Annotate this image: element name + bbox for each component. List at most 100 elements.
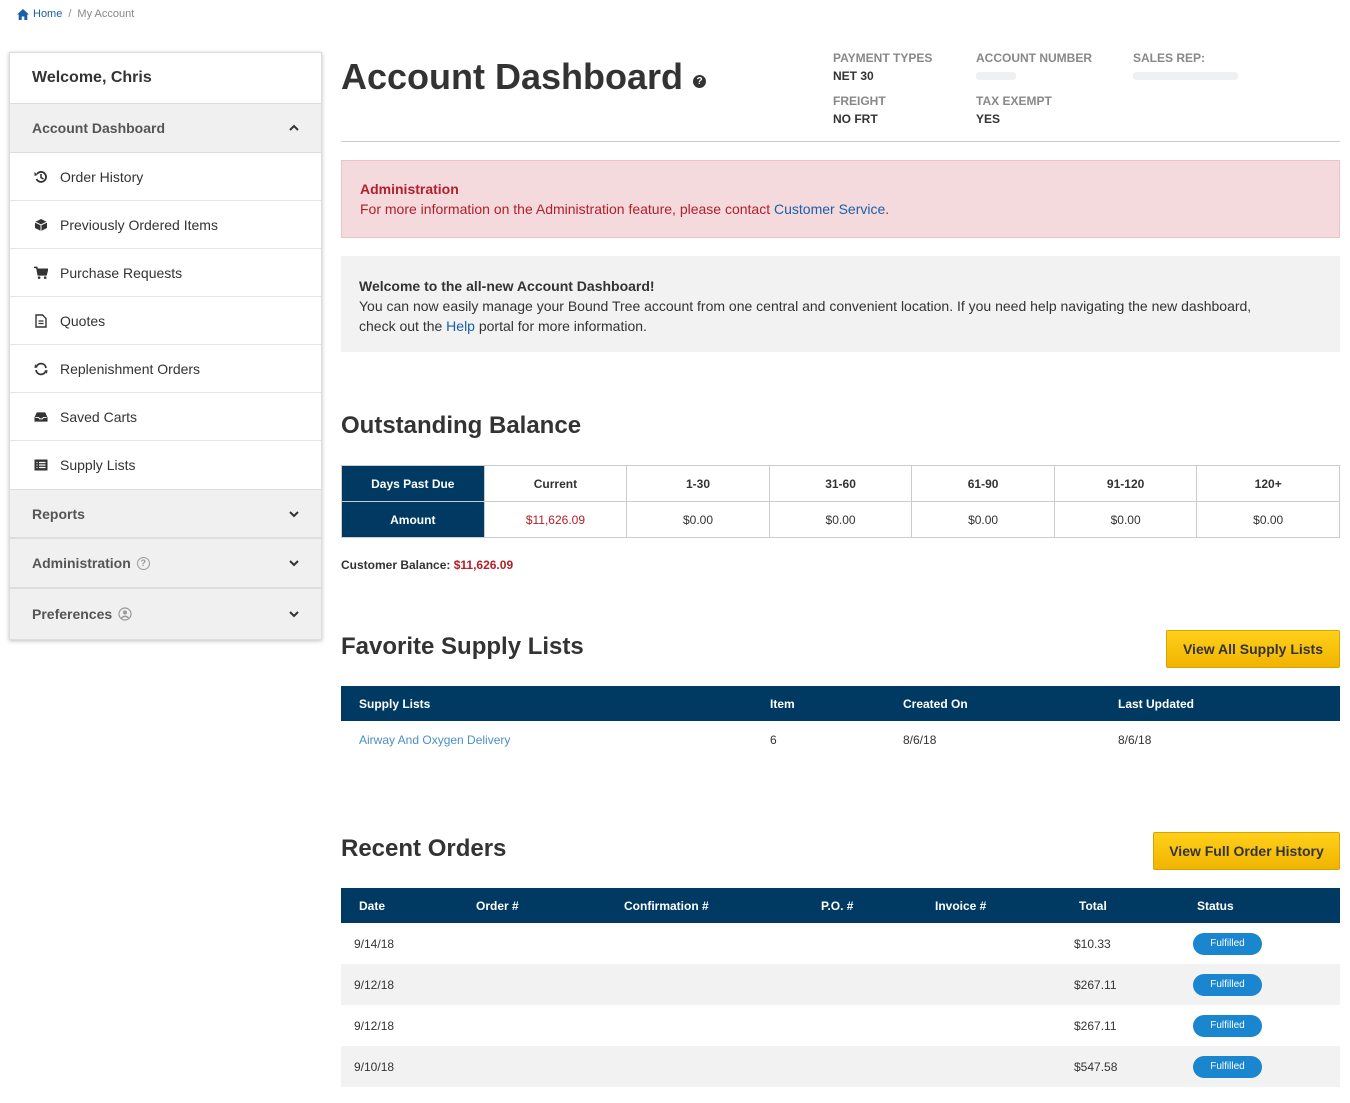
- welcome-info-panel: Welcome to the all-new Account Dashboard…: [341, 256, 1340, 352]
- inbox-icon: [34, 410, 48, 424]
- column-header[interactable]: Created On: [903, 697, 968, 711]
- status-badge: Fulfilled: [1193, 1055, 1262, 1078]
- alert-title: Administration: [360, 181, 459, 197]
- orders-table-header: Date Order # Confirmation # P.O. # Invoi…: [341, 888, 1340, 923]
- balance-column-header: 61-90: [911, 465, 1055, 502]
- freight-label: FREIGHT: [833, 94, 886, 108]
- sidebar-section-administration[interactable]: Administration ?: [10, 539, 321, 589]
- sales-rep-block: SALES REP:: [1133, 51, 1238, 83]
- days-past-due-header: Days Past Due: [341, 465, 485, 502]
- alert-text-end: .: [885, 201, 890, 217]
- account-number-redacted: [976, 69, 1092, 83]
- help-icon[interactable]: ?: [693, 74, 707, 88]
- column-header[interactable]: Last Updated: [1118, 697, 1194, 711]
- freight-block: FREIGHT NO FRT: [833, 94, 886, 126]
- tax-exempt-label: TAX EXEMPT: [976, 94, 1052, 108]
- sales-rep-label: SALES REP:: [1133, 51, 1206, 65]
- breadcrumb-home-link[interactable]: Home: [17, 8, 62, 20]
- payment-types-block: PAYMENT TYPES NET 30: [833, 51, 932, 83]
- info-text-line-2: check out the Help portal for more infor…: [359, 316, 1322, 336]
- sales-rep-redacted: [1133, 69, 1238, 83]
- header-divider: [341, 141, 1340, 142]
- table-row: Airway And Oxygen Delivery 6 8/6/18 8/6/…: [341, 721, 1340, 759]
- sidebar-item-saved-carts[interactable]: Saved Carts: [10, 393, 321, 441]
- status-badge: Fulfilled: [1193, 1014, 1262, 1037]
- help-portal-link[interactable]: Help: [446, 318, 475, 334]
- balance-column-header: 120+: [1196, 465, 1340, 502]
- balance-amount-cell: $0.00: [1053, 501, 1198, 538]
- outstanding-balance-table: Days Past Due Current 1-30 31-60 61-90 9…: [341, 465, 1340, 538]
- sidebar-section-label: Administration: [32, 555, 131, 571]
- sidebar-section-preferences[interactable]: Preferences: [10, 589, 321, 639]
- sidebar-item-quotes[interactable]: Quotes: [10, 297, 321, 345]
- sidebar-item-label: Supply Lists: [60, 457, 136, 473]
- supply-list-items: 6: [770, 733, 777, 747]
- supply-list-link[interactable]: Airway And Oxygen Delivery: [359, 733, 510, 747]
- welcome-message: Welcome, Chris: [10, 53, 321, 104]
- supply-lists-table-header: Supply Lists Item Created On Last Update…: [341, 686, 1340, 721]
- sidebar-section-account-dashboard[interactable]: Account Dashboard: [10, 104, 321, 153]
- column-header[interactable]: Status: [1197, 899, 1234, 913]
- chevron-down-icon: [289, 510, 299, 517]
- administration-alert: Administration For more information on t…: [341, 160, 1340, 238]
- view-all-supply-lists-button[interactable]: View All Supply Lists: [1166, 630, 1340, 668]
- outstanding-balance-heading: Outstanding Balance: [341, 412, 582, 439]
- favorite-supply-lists-heading: Favorite Supply Lists: [341, 633, 584, 660]
- supply-list-created: 8/6/18: [903, 733, 937, 747]
- freight-value: NO FRT: [833, 112, 878, 126]
- column-header[interactable]: Order #: [476, 899, 519, 913]
- order-total: $547.58: [1074, 1059, 1118, 1074]
- balance-column-header: 91-120: [1053, 465, 1198, 502]
- table-row[interactable]: 9/14/18 $10.33 Fulfilled: [341, 923, 1340, 964]
- user-circle-icon: [118, 607, 132, 621]
- table-row[interactable]: 9/12/18 $267.11 Fulfilled: [341, 1005, 1340, 1046]
- balance-column-header: Current: [483, 465, 628, 502]
- sidebar-item-label: Replenishment Orders: [60, 360, 201, 377]
- table-row[interactable]: 9/10/18 $547.58 Fulfilled: [341, 1046, 1340, 1087]
- recent-orders-heading: Recent Orders: [341, 835, 507, 862]
- breadcrumb-current: My Account: [77, 8, 135, 20]
- balance-column-header: 31-60: [768, 465, 913, 502]
- sidebar-item-purchase-requests[interactable]: Purchase Requests: [10, 249, 321, 297]
- page-title: Account Dashboard ?: [341, 56, 707, 98]
- balance-amount-cell: $0.00: [911, 501, 1055, 538]
- column-header[interactable]: Supply Lists: [359, 697, 430, 711]
- alert-body: For more information on the Administrati…: [360, 201, 1321, 217]
- tax-exempt-block: TAX EXEMPT YES: [976, 94, 1052, 126]
- chevron-down-icon: [289, 560, 299, 567]
- sidebar-section-label-group: Administration ?: [32, 555, 150, 571]
- tax-exempt-value: YES: [976, 112, 1001, 126]
- supply-list-updated: 8/6/18: [1118, 733, 1152, 747]
- sidebar-item-replenishment-orders[interactable]: Replenishment Orders: [10, 345, 321, 393]
- info-text: check out the: [359, 318, 447, 334]
- column-header[interactable]: Date: [359, 899, 385, 913]
- column-header[interactable]: Total: [1079, 899, 1107, 913]
- info-text: portal for more information.: [474, 318, 647, 334]
- status-badge: Fulfilled: [1193, 973, 1262, 996]
- column-header[interactable]: P.O. #: [821, 899, 853, 913]
- balance-amount-cell: $0.00: [768, 501, 913, 538]
- column-header[interactable]: Confirmation #: [624, 899, 709, 913]
- table-row[interactable]: 9/12/18 $267.11 Fulfilled: [341, 964, 1340, 1005]
- sidebar-nav-list: Order History Previously Ordered Items P…: [10, 153, 321, 489]
- payment-types-label: PAYMENT TYPES: [833, 51, 933, 65]
- order-date: 9/10/18: [354, 1059, 395, 1074]
- sidebar-item-order-history[interactable]: Order History: [10, 153, 321, 201]
- amount-header: Amount: [341, 501, 485, 538]
- account-sidebar: Welcome, Chris Account Dashboard Order H…: [9, 52, 322, 640]
- cart-icon: [34, 266, 48, 280]
- customer-service-link[interactable]: Customer Service: [774, 201, 885, 217]
- status-badge: Fulfilled: [1193, 932, 1262, 955]
- view-full-order-history-button[interactable]: View Full Order History: [1153, 832, 1340, 870]
- column-header[interactable]: Item: [770, 697, 795, 711]
- sidebar-item-supply-lists[interactable]: Supply Lists: [10, 441, 321, 489]
- order-total: $10.33: [1074, 936, 1111, 951]
- sidebar-section-reports[interactable]: Reports: [10, 489, 321, 539]
- sidebar-item-previously-ordered[interactable]: Previously Ordered Items: [10, 201, 321, 249]
- sidebar-section-label: Account Dashboard: [32, 120, 166, 136]
- customer-balance-label: Customer Balance:: [341, 558, 451, 572]
- column-header[interactable]: Invoice #: [935, 899, 986, 913]
- sidebar-item-label: Saved Carts: [60, 408, 138, 425]
- balance-amount-cell: $0.00: [626, 501, 770, 538]
- order-total: $267.11: [1074, 977, 1117, 992]
